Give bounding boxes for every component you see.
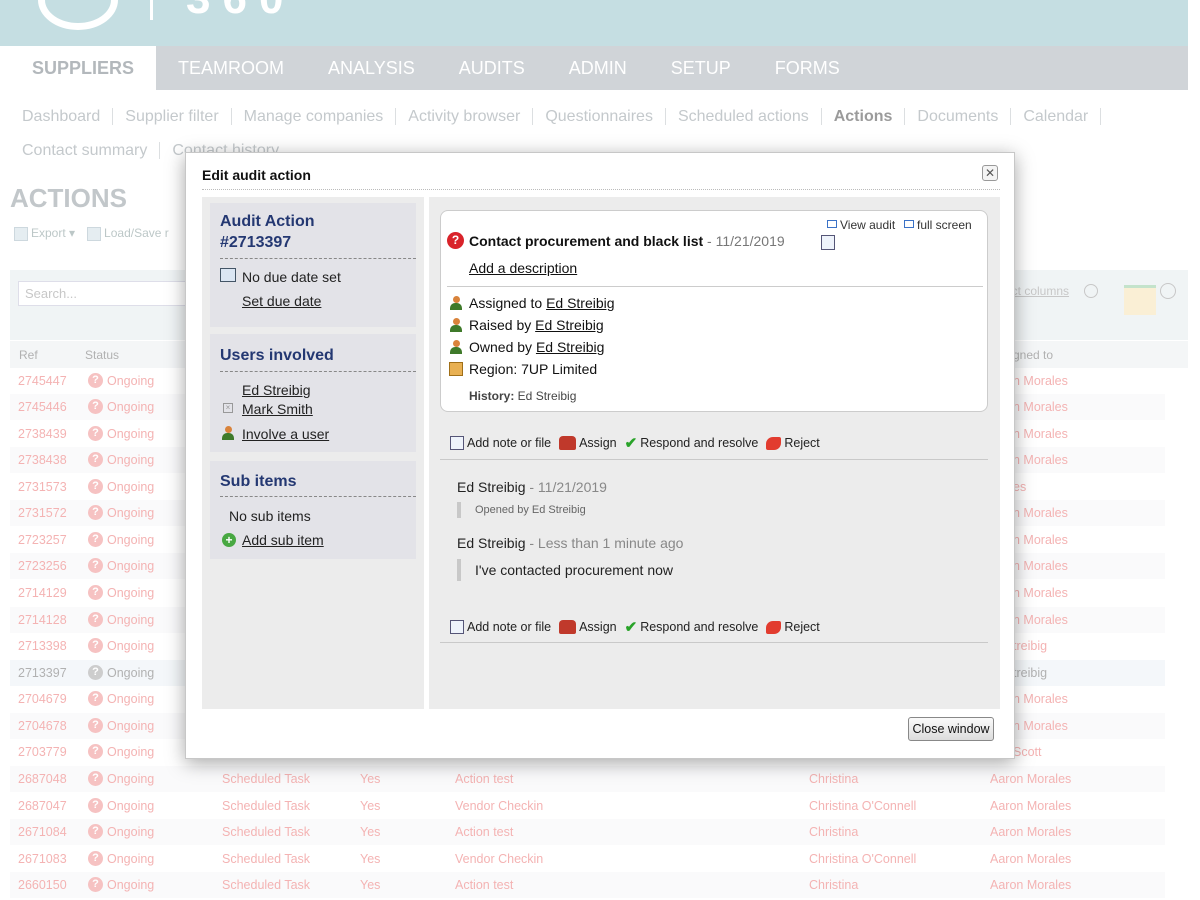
external-link-icon — [827, 220, 837, 228]
external-link-icon — [904, 220, 914, 228]
close-icon[interactable]: ✕ — [982, 165, 998, 181]
respond-resolve-button[interactable]: ✔ Respond and resolve — [625, 434, 759, 452]
view-audit-label: View audit — [840, 218, 896, 232]
comment-date: - 11/21/2019 — [525, 479, 607, 495]
checkmark-icon: ✔ — [624, 435, 638, 452]
add-user-icon — [222, 426, 234, 440]
title-divider — [202, 189, 1000, 190]
assigned-to-line: Assigned to Ed Streibig — [469, 295, 615, 311]
owned-label: Owned by — [469, 339, 536, 355]
comment-author-name: Ed Streibig — [457, 535, 526, 551]
action-title-text: Contact procurement and black list — [469, 233, 704, 249]
toolbar-divider — [440, 459, 988, 460]
respond-resolve-button[interactable]: ✔ Respond and resolve — [625, 618, 759, 636]
raised-label: Raised by — [469, 317, 536, 333]
history-label: History: — [469, 389, 515, 403]
users-heading: Users involved — [220, 347, 334, 364]
comment-author: Ed Streibig - 11/21/2019 — [457, 479, 607, 495]
raised-user-link[interactable]: Ed Streibig — [535, 317, 603, 333]
user-link[interactable]: Mark Smith — [242, 401, 313, 417]
action-summary-card: View audit full screen ? Contact procure… — [440, 210, 988, 412]
add-icon: + — [222, 533, 236, 547]
assign-icon — [559, 436, 577, 450]
action-title: Contact procurement and black list - 11/… — [469, 233, 785, 249]
reject-button[interactable]: Reject — [766, 620, 820, 634]
full-screen-link[interactable]: full screen — [904, 218, 972, 232]
no-sub-items-text: No sub items — [229, 508, 311, 524]
comment-quote-bar — [457, 559, 461, 581]
assign-button[interactable]: Assign — [559, 620, 617, 634]
assigned-label: Assigned to — [469, 295, 547, 311]
history-value: Ed Streibig — [514, 389, 577, 403]
respond-label: Respond and resolve — [640, 436, 759, 450]
add-note-label: Add note or file — [467, 620, 552, 634]
comment-author-name: Ed Streibig — [457, 479, 526, 495]
section-divider — [220, 258, 416, 259]
calendar-icon — [220, 268, 236, 282]
page-right-margin — [1188, 0, 1200, 900]
owned-user-link[interactable]: Ed Streibig — [536, 339, 604, 355]
action-toolbar-top: Add note or file Assign ✔ Respond and res… — [450, 434, 820, 452]
close-window-button[interactable]: Close window — [908, 717, 994, 741]
reject-icon — [766, 436, 782, 450]
section-divider — [220, 371, 416, 372]
person-icon — [450, 340, 462, 354]
person-icon — [450, 296, 462, 310]
edit-icon[interactable] — [821, 235, 835, 250]
sub-items-heading: Sub items — [220, 473, 297, 490]
user-link[interactable]: Ed Streibig — [242, 382, 310, 398]
assign-button[interactable]: Assign — [559, 436, 617, 450]
comment-date: - Less than 1 minute ago — [525, 535, 684, 551]
comment-text: Opened by Ed Streibig — [475, 504, 586, 516]
involve-user-link[interactable]: Involve a user — [242, 426, 329, 442]
audit-action-id: #2713397 — [220, 234, 292, 251]
assigned-user-link[interactable]: Ed Streibig — [546, 295, 614, 311]
view-audit-link[interactable]: View audit — [827, 218, 895, 232]
owned-by-line: Owned by Ed Streibig — [469, 339, 604, 355]
details-sidebar: Audit Action #2713397 No due date set Se… — [202, 197, 424, 709]
checkmark-icon: ✔ — [624, 619, 638, 636]
comment-author: Ed Streibig - Less than 1 minute ago — [457, 535, 683, 551]
edit-audit-action-dialog: Edit audit action ✕ Audit Action #271339… — [185, 152, 1015, 759]
assign-label: Assign — [579, 620, 617, 634]
question-icon: ? — [447, 232, 464, 249]
respond-label: Respond and resolve — [640, 620, 759, 634]
action-toolbar-bottom: Add note or file Assign ✔ Respond and res… — [450, 618, 820, 636]
dialog-title: Edit audit action — [202, 167, 311, 183]
note-icon — [450, 436, 464, 450]
reject-label: Reject — [784, 620, 820, 634]
section-divider — [220, 496, 416, 497]
reject-icon — [766, 620, 782, 634]
region-line: Region: 7UP Limited — [469, 361, 598, 377]
reject-button[interactable]: Reject — [766, 436, 820, 450]
reject-label: Reject — [784, 436, 820, 450]
person-icon — [450, 318, 462, 332]
assign-icon — [559, 620, 577, 634]
remove-user-icon[interactable]: × — [223, 403, 233, 413]
toolbar-divider — [440, 642, 988, 643]
set-due-date-link[interactable]: Set due date — [242, 293, 321, 309]
raised-by-line: Raised by Ed Streibig — [469, 317, 604, 333]
region-icon — [449, 362, 463, 376]
add-description-link[interactable]: Add a description — [469, 260, 577, 276]
add-note-label: Add note or file — [467, 436, 552, 450]
add-note-button[interactable]: Add note or file — [450, 436, 551, 450]
comment-text: I've contacted procurement now — [475, 562, 674, 578]
card-divider — [447, 286, 983, 287]
add-sub-item-link[interactable]: Add sub item — [242, 532, 324, 548]
add-note-button[interactable]: Add note or file — [450, 620, 551, 634]
comment-quote-bar — [457, 502, 461, 518]
due-date-status: No due date set — [242, 269, 341, 285]
action-date: - 11/21/2019 — [703, 233, 785, 249]
history-line: History: Ed Streibig — [469, 389, 576, 403]
assign-label: Assign — [579, 436, 617, 450]
audit-action-heading: Audit Action — [220, 213, 315, 230]
full-screen-label: full screen — [917, 218, 972, 232]
note-icon — [450, 620, 464, 634]
